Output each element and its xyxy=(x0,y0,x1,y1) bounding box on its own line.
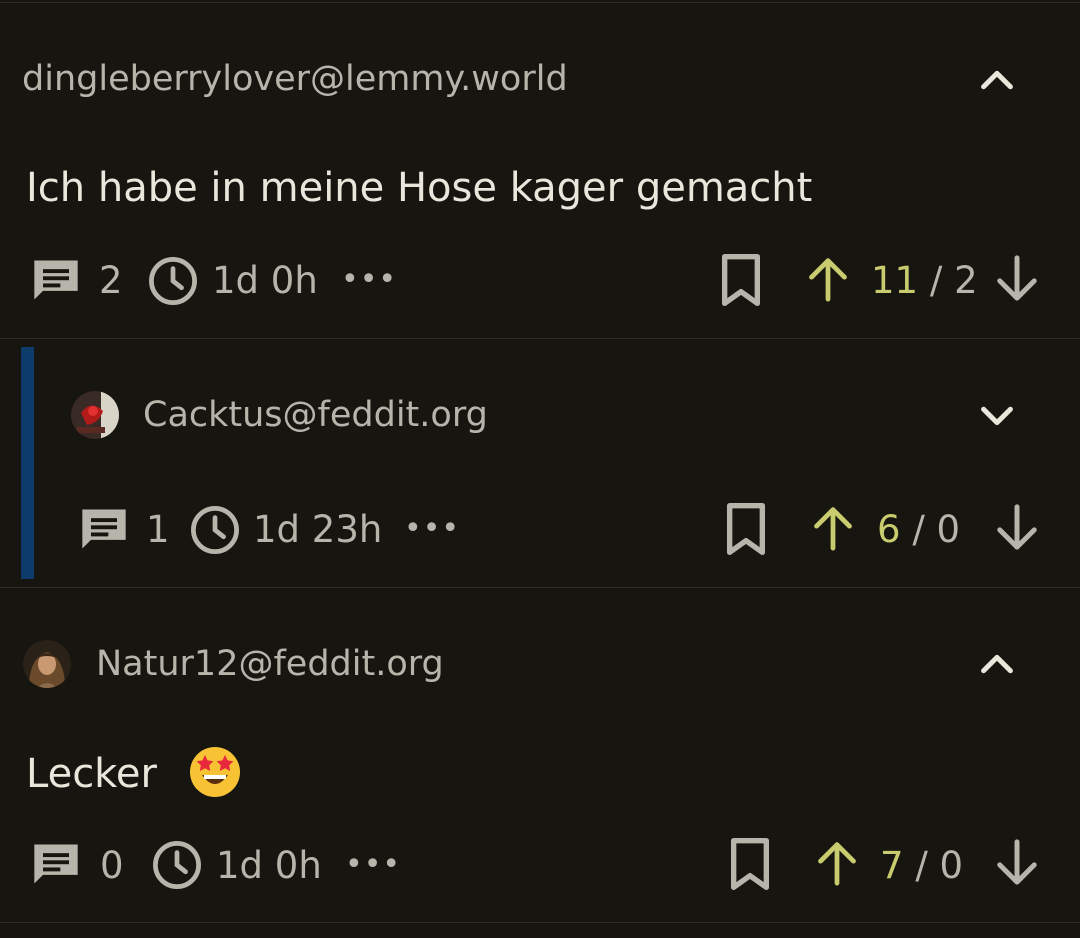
arrow-up-icon[interactable] xyxy=(815,838,859,888)
upvote-count: 6 xyxy=(877,508,901,551)
arrow-down-icon[interactable] xyxy=(994,503,1040,553)
comment-author[interactable]: dingleberrylover@lemmy.world xyxy=(22,62,568,97)
comment-divider xyxy=(0,587,1080,588)
comment-text: Ich habe in meine Hose kager gemacht xyxy=(26,165,813,211)
reply-count: 0 xyxy=(100,844,124,887)
bookmark-icon[interactable] xyxy=(722,501,770,557)
downvote-count: 2 xyxy=(954,259,978,302)
clock-icon xyxy=(153,841,201,889)
more-options-icon[interactable]: ••• xyxy=(345,850,401,880)
comment-icon[interactable] xyxy=(28,838,84,890)
top-divider xyxy=(0,2,1080,3)
arrow-down-icon[interactable] xyxy=(994,838,1040,888)
score: 7 / 0 xyxy=(880,847,963,884)
score: 6 / 0 xyxy=(877,511,960,548)
comment-age: 1d 0h xyxy=(212,259,318,302)
comment-author[interactable]: Natur12@feddit.org xyxy=(96,647,444,682)
score-separator: / xyxy=(912,508,925,551)
chevron-up-icon[interactable] xyxy=(974,58,1020,104)
star-struck-emoji-icon xyxy=(190,747,240,797)
clock-icon xyxy=(149,257,197,305)
clock-icon xyxy=(191,506,239,554)
downvote-count: 0 xyxy=(939,844,964,887)
score-separator: / xyxy=(929,259,943,302)
arrow-up-icon[interactable] xyxy=(811,503,855,553)
chevron-down-icon[interactable] xyxy=(974,392,1020,438)
reply-count: 2 xyxy=(99,259,123,302)
comment-age: 1d 0h xyxy=(216,844,322,887)
more-options-icon[interactable]: ••• xyxy=(404,514,460,544)
upvote-count: 11 xyxy=(871,259,919,302)
bookmark-icon[interactable] xyxy=(726,836,774,892)
comment-icon[interactable] xyxy=(76,503,132,555)
bookmark-icon[interactable] xyxy=(717,252,765,308)
score-separator: / xyxy=(915,844,928,887)
comment-author[interactable]: Cacktus@feddit.org xyxy=(143,398,488,433)
comment-divider xyxy=(0,338,1080,339)
comment-text: Lecker xyxy=(26,751,157,797)
avatar[interactable] xyxy=(71,391,119,439)
upvote-count: 7 xyxy=(880,844,904,887)
downvote-count: 0 xyxy=(936,508,961,551)
comment-divider xyxy=(0,922,1080,923)
comment-icon[interactable] xyxy=(28,254,84,306)
chevron-up-icon[interactable] xyxy=(974,642,1020,688)
avatar[interactable] xyxy=(23,640,71,688)
reply-count: 1 xyxy=(146,508,170,551)
arrow-down-icon[interactable] xyxy=(994,254,1040,304)
comment-age: 1d 23h xyxy=(253,508,383,551)
more-options-icon[interactable]: ••• xyxy=(341,265,397,295)
arrow-up-icon[interactable] xyxy=(806,254,850,304)
score: 11 / 2 xyxy=(871,262,978,299)
thread-indent-bar xyxy=(21,347,34,579)
